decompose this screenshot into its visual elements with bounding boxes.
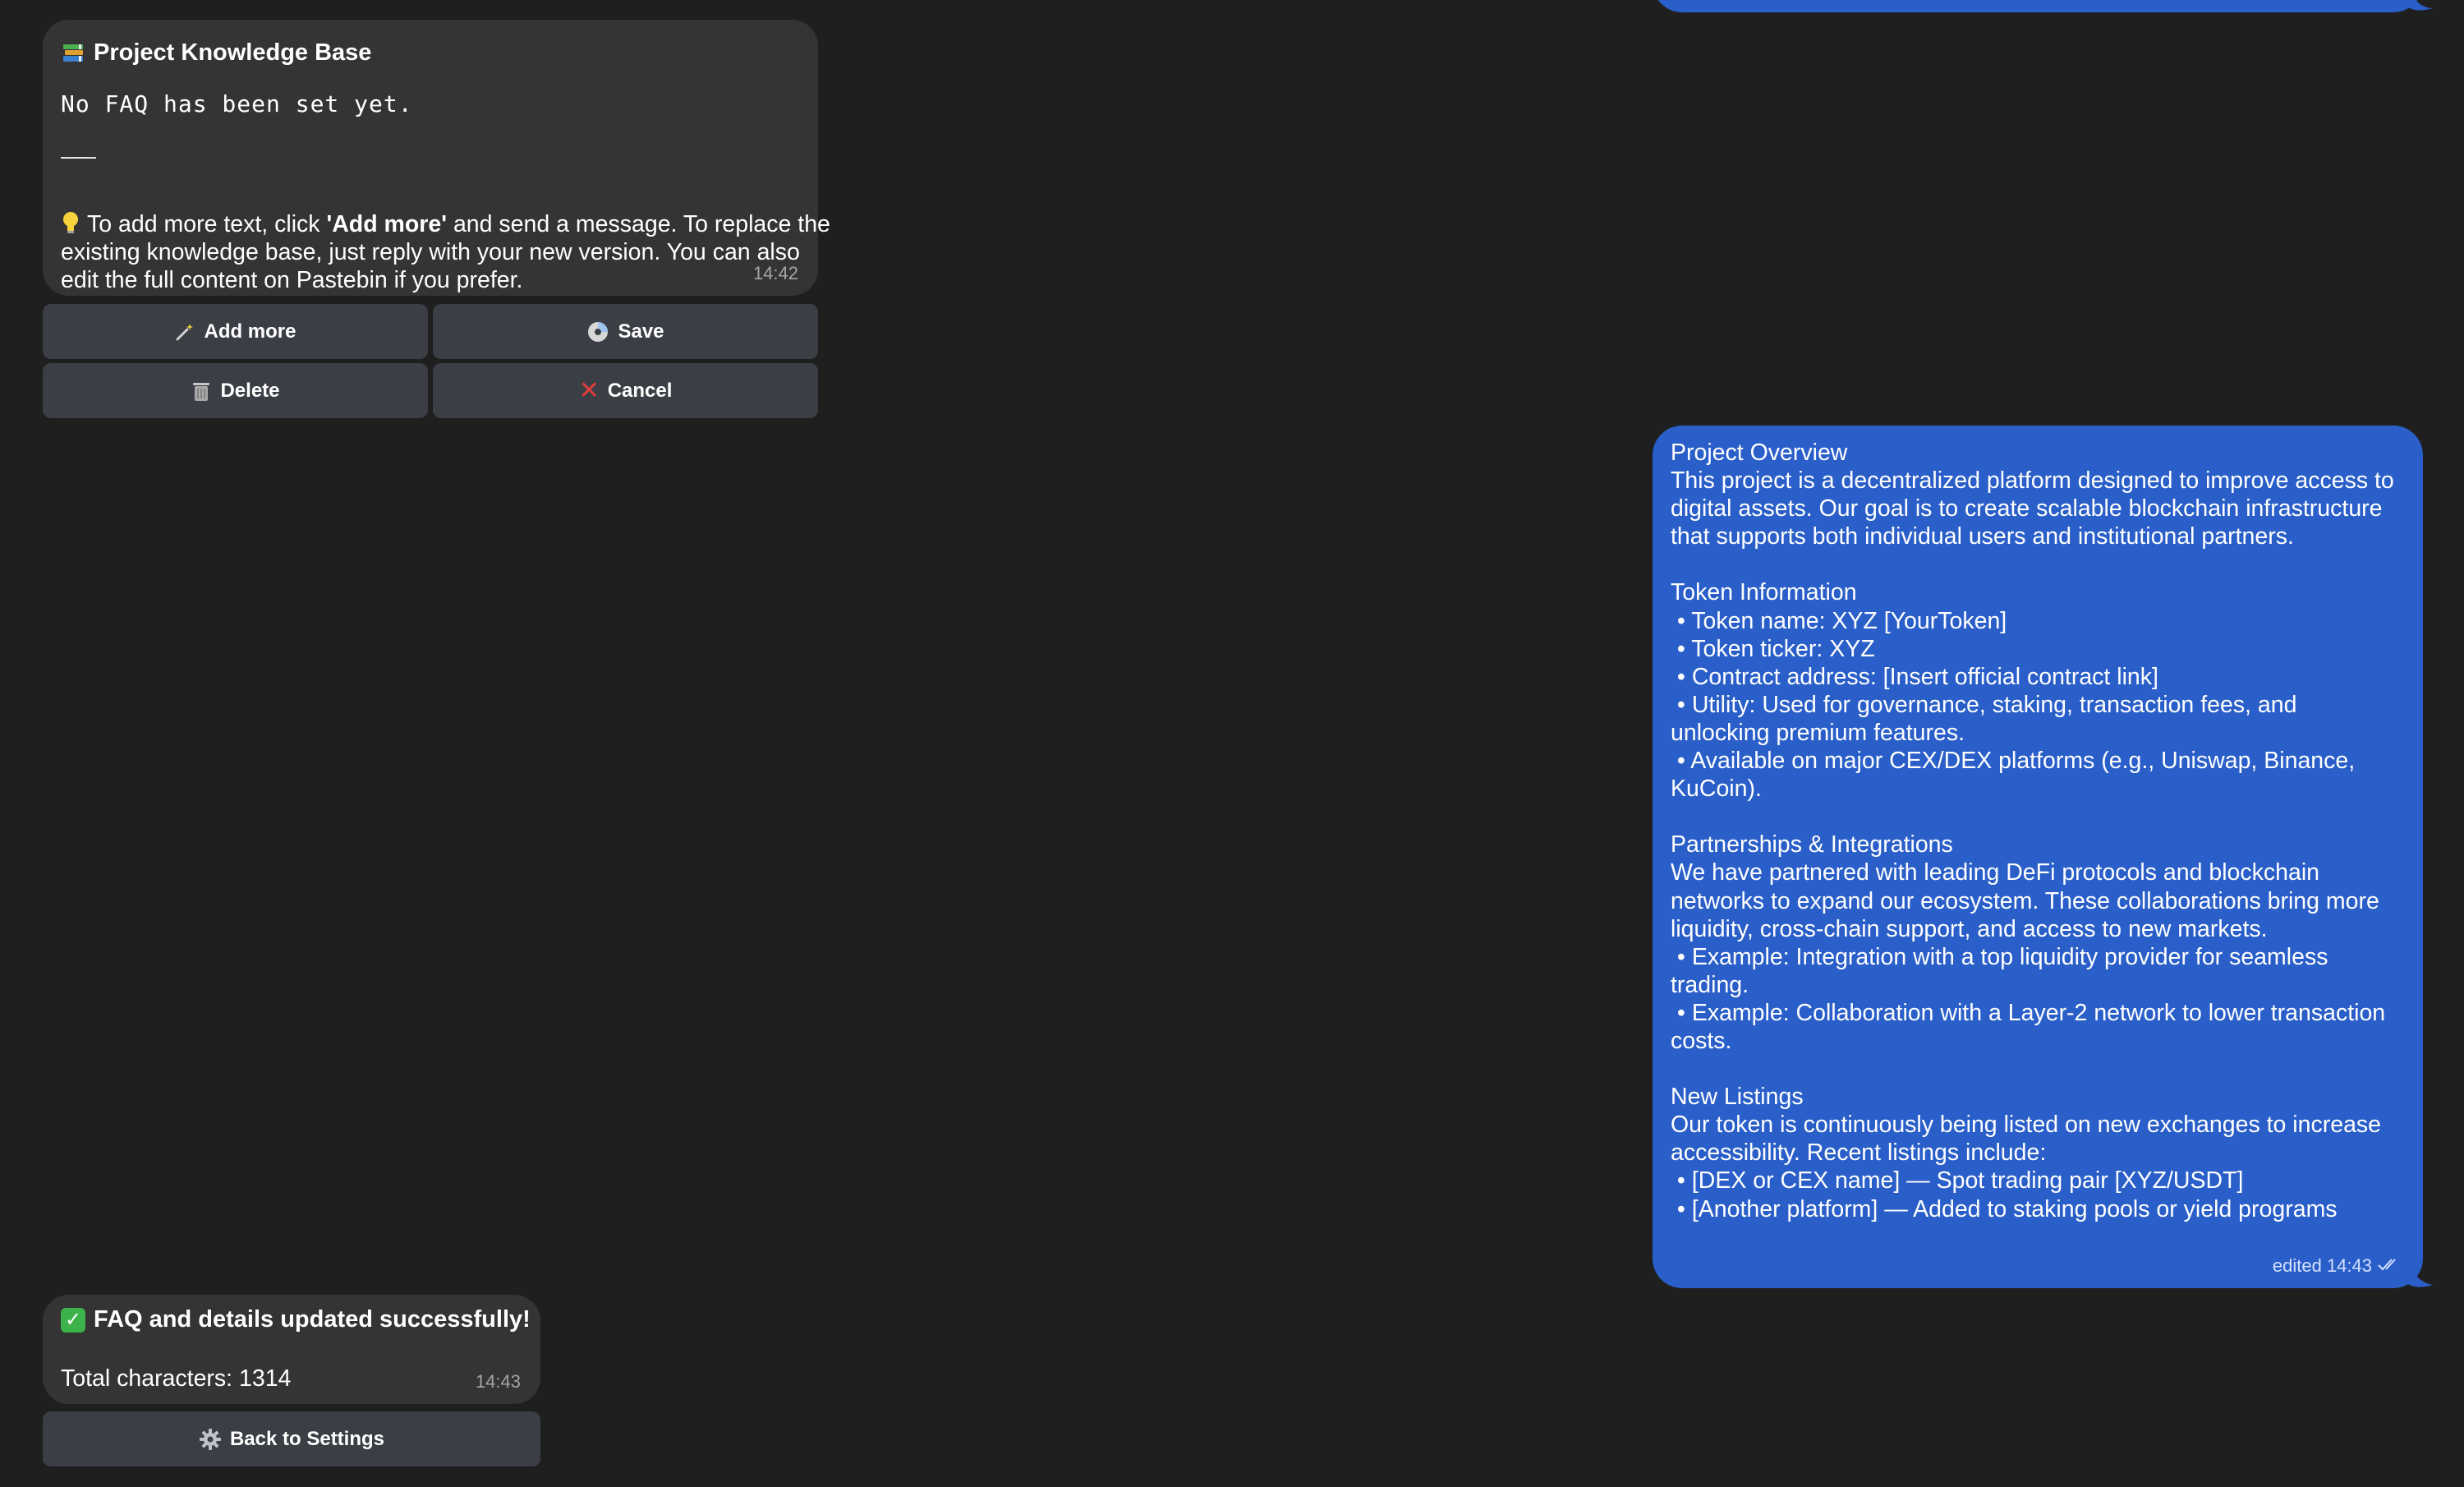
- cancel-button[interactable]: ✕ Cancel: [433, 363, 818, 418]
- success-timestamp: 14:43: [475, 1371, 521, 1392]
- success-message: ✓ FAQ and details updated successfully! …: [43, 1295, 540, 1404]
- outgoing-message: Project Overview This project is a decen…: [1653, 426, 2423, 1288]
- chat-view: Project Knowledge Base No FAQ has been s…: [0, 0, 2464, 1487]
- edited-timestamp: edited 14:43: [2272, 1255, 2372, 1276]
- disc-icon: [586, 320, 609, 343]
- add-more-label: Add more: [204, 320, 297, 343]
- trash-icon: [191, 380, 212, 403]
- separator-line: ———: [61, 145, 96, 169]
- cancel-label: Cancel: [607, 379, 673, 402]
- outgoing-message-tail: [2407, 1272, 2433, 1287]
- kb-title: Project Knowledge Base: [94, 39, 372, 66]
- previous-outgoing-message: [1653, 0, 2423, 12]
- add-more-button[interactable]: Add more: [43, 304, 428, 359]
- lightbulb-icon: [61, 210, 80, 235]
- check-mark-icon: ✓: [61, 1307, 85, 1333]
- back-to-settings-button[interactable]: Back to Settings: [43, 1411, 540, 1466]
- magic-wand-icon: [174, 321, 195, 343]
- total-characters: Total characters: 1314: [61, 1365, 292, 1392]
- save-label: Save: [618, 320, 664, 343]
- back-to-settings-label: Back to Settings: [229, 1427, 385, 1450]
- outgoing-message-text: Project Overview This project is a decen…: [1671, 440, 2394, 1222]
- cross-mark-icon: ✕: [578, 376, 600, 404]
- kb-hint: To add more text, click 'Add more' and s…: [61, 210, 841, 294]
- no-faq-text: No FAQ has been set yet.: [61, 90, 413, 117]
- delete-label: Delete: [220, 379, 280, 402]
- outgoing-status: edited 14:43: [2273, 1255, 2402, 1277]
- kb-title-row: Project Knowledge Base: [61, 39, 371, 67]
- hint-text-start: To add more text, click: [87, 211, 327, 237]
- hint-add-more-emphasis: 'Add more': [326, 211, 448, 237]
- double-check-icon: [2377, 1255, 2402, 1277]
- save-button[interactable]: Save: [433, 304, 818, 359]
- delete-button[interactable]: Delete: [43, 363, 428, 418]
- success-title: FAQ and details updated successfully!: [94, 1306, 531, 1333]
- success-title-row: ✓ FAQ and details updated successfully!: [61, 1306, 531, 1333]
- previous-outgoing-tail: [2407, 0, 2433, 11]
- books-icon: [61, 41, 85, 66]
- gear-icon: [199, 1428, 222, 1451]
- knowledge-base-message: Project Knowledge Base No FAQ has been s…: [43, 20, 830, 296]
- kb-timestamp: 14:42: [752, 263, 798, 283]
